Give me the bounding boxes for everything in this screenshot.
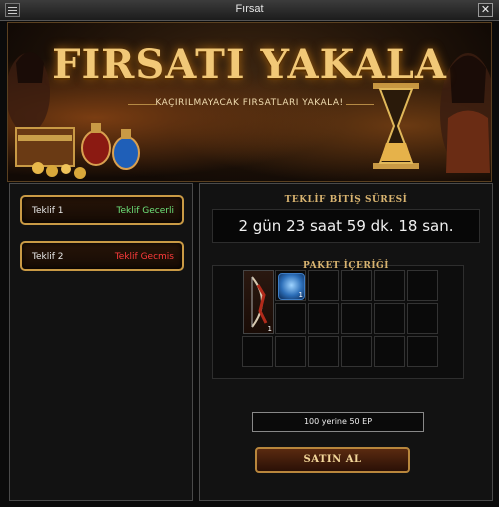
item-slot[interactable] (374, 303, 405, 334)
countdown-timer: 2 gün 23 saat 59 dk. 18 san. (212, 209, 480, 243)
item-slot[interactable] (341, 270, 372, 301)
item-slot[interactable]: 1 (242, 270, 274, 334)
item-slot[interactable] (374, 336, 405, 367)
offer-item-1[interactable]: Teklif 1 Teklif Gecerli (20, 195, 184, 225)
offer-status: Teklif Gecmis (114, 252, 174, 262)
item-slot[interactable] (308, 303, 339, 334)
promo-banner: FIRSATI YAKALA KAÇIRILMAYACAK FIRSATLARI… (7, 22, 492, 182)
scroll-icon[interactable]: 1 (278, 273, 305, 300)
item-slot[interactable] (308, 270, 339, 301)
item-slot[interactable] (341, 336, 372, 367)
item-slot[interactable] (242, 336, 273, 367)
offer-item-2[interactable]: Teklif 2 Teklif Gecmis (20, 241, 184, 271)
buy-button[interactable]: SATIN AL (255, 447, 410, 473)
offer-name: Teklif 1 (32, 206, 64, 216)
banner-subheading: KAÇIRILMAYACAK FIRSATLARI YAKALA! (155, 98, 344, 108)
window-title: Fırsat (235, 3, 264, 15)
item-slot[interactable] (341, 303, 372, 334)
item-slot[interactable] (374, 270, 405, 301)
bow-icon[interactable]: 1 (243, 270, 274, 334)
item-quantity: 1 (298, 291, 303, 299)
item-slot[interactable] (308, 336, 339, 367)
offer-name: Teklif 2 (32, 252, 64, 262)
item-slot[interactable] (275, 303, 306, 334)
offers-list-panel: Teklif 1 Teklif Gecerli Teklif 2 Teklif … (9, 183, 193, 501)
item-slot[interactable] (275, 336, 306, 367)
offer-status: Teklif Gecerli (116, 206, 174, 216)
item-slot[interactable] (407, 303, 438, 334)
item-slot[interactable] (407, 336, 438, 367)
item-slot[interactable] (407, 270, 438, 301)
banner-heading: FIRSATI YAKALA (52, 41, 447, 88)
item-slot[interactable]: 1 (275, 270, 306, 301)
end-time-title: TEKLİF BİTİŞ SÜRESİ (284, 195, 408, 205)
close-icon[interactable]: ✕ (478, 3, 493, 17)
item-quantity: 1 (267, 325, 272, 333)
title-bar: Fırsat ✕ (0, 0, 499, 21)
package-item-grid: 1 1 (242, 270, 438, 367)
price-field: 100 yerine 50 EP (252, 412, 424, 432)
ornament-right (346, 104, 374, 105)
offer-detail-panel: TEKLİF BİTİŞ SÜRESİ 2 gün 23 saat 59 dk.… (199, 183, 493, 501)
